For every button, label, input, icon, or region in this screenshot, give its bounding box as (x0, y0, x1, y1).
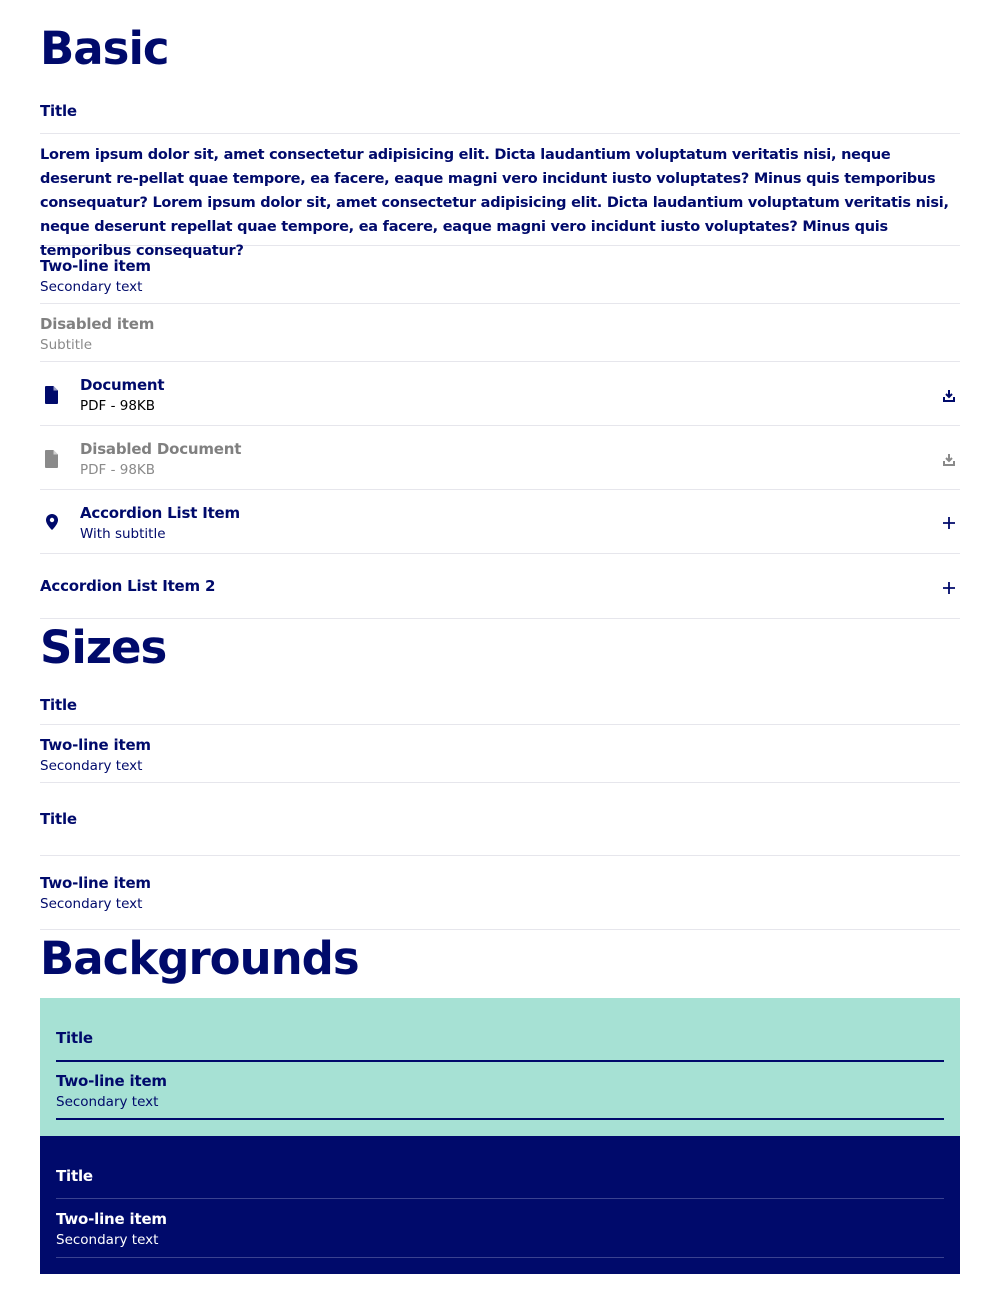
download-icon[interactable] (942, 388, 956, 402)
small-two-line-item[interactable]: Two-line item Secondary text (40, 725, 960, 783)
large-two-line-item[interactable]: Two-line item Secondary text (40, 856, 960, 930)
list-item-disabled-document: Disabled Document PDF - 98KB (40, 426, 960, 490)
backgrounds-heading: Backgrounds (40, 932, 360, 985)
list-item-title-text: Title (40, 102, 77, 120)
navy-two-line-title: Two-line item (56, 1210, 167, 1228)
accordion-list-item[interactable]: Accordion List Item With subtitle (40, 490, 960, 554)
location-pin-icon (46, 514, 58, 532)
list-item-title[interactable]: Title (40, 96, 960, 134)
sizes-heading: Sizes (40, 621, 167, 674)
navy-two-line-subtitle: Secondary text (56, 1232, 159, 1248)
download-icon (942, 452, 956, 466)
accordion-title: Accordion List Item (80, 504, 240, 522)
small-two-line-title: Two-line item (40, 736, 151, 754)
accordion-subtitle: With subtitle (80, 526, 166, 542)
mint-title-item[interactable]: Title (56, 1022, 944, 1062)
disabled-document-title: Disabled Document (80, 440, 242, 458)
mint-two-line-subtitle: Secondary text (56, 1094, 159, 1110)
large-two-line-title: Two-line item (40, 874, 151, 892)
navy-title-text: Title (56, 1167, 93, 1185)
list-item-two-line[interactable]: Two-line item Secondary text (40, 246, 960, 304)
navy-two-line-item[interactable]: Two-line item Secondary text (56, 1199, 944, 1258)
plus-icon[interactable] (942, 515, 956, 529)
navy-title-item[interactable]: Title (56, 1160, 944, 1199)
mint-two-line-title: Two-line item (56, 1072, 167, 1090)
two-line-subtitle: Secondary text (40, 279, 143, 295)
small-two-line-subtitle: Secondary text (40, 758, 143, 774)
large-title-text: Title (40, 810, 77, 828)
small-title-text: Title (40, 696, 77, 714)
disabled-title: Disabled item (40, 315, 155, 333)
list-item-paragraph: Lorem ipsum dolor sit, amet consectetur … (40, 134, 960, 259)
mint-background-list: Title Two-line item Secondary text (40, 998, 960, 1136)
plus-icon[interactable] (942, 580, 956, 594)
paragraph-text: Lorem ipsum dolor sit, amet consectetur … (40, 147, 949, 259)
mint-title-text: Title (56, 1029, 93, 1047)
list-item-disabled: Disabled item Subtitle (40, 304, 960, 362)
list-item-document[interactable]: Document PDF - 98KB (40, 362, 960, 426)
navy-background-list: Title Two-line item Secondary text (40, 1136, 960, 1274)
accordion-list-item-2[interactable]: Accordion List Item 2 (40, 554, 960, 619)
document-icon (44, 386, 60, 404)
accordion-2-title: Accordion List Item 2 (40, 577, 216, 595)
mint-two-line-item[interactable]: Two-line item Secondary text (56, 1062, 944, 1120)
basic-heading: Basic (40, 22, 170, 75)
document-title: Document (80, 376, 165, 394)
document-subtitle: PDF - 98KB (80, 398, 156, 414)
document-icon (44, 450, 60, 468)
disabled-subtitle: Subtitle (40, 337, 93, 353)
large-two-line-subtitle: Secondary text (40, 896, 143, 912)
two-line-title: Two-line item (40, 257, 151, 275)
disabled-document-subtitle: PDF - 98KB (80, 462, 156, 478)
large-title-item[interactable]: Title (40, 783, 960, 856)
small-title-item[interactable]: Title (40, 691, 960, 725)
